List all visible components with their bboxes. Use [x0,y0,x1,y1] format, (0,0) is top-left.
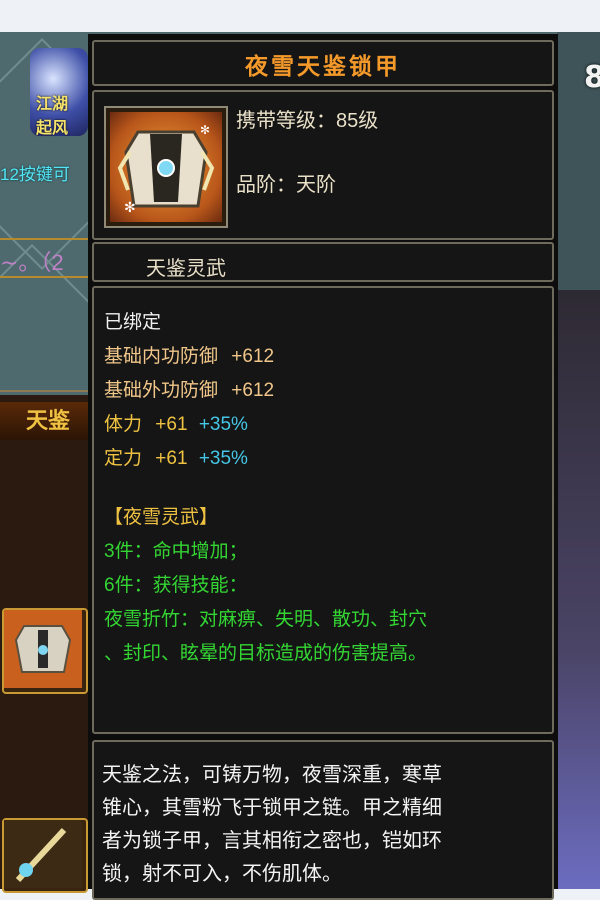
item-icon-frame: ✻ ✻ [104,106,228,228]
set-skill-line: 夜雪折竹：对麻痹、失明、散功、封穴 [104,609,428,630]
armor-icon [4,610,82,688]
equipment-slot-weapon[interactable] [2,818,88,893]
bound-status: 已绑定 [104,312,162,333]
set-bonus-3: 3件：命中增加； [104,541,248,562]
browser-top-bar [0,0,600,32]
item-name: 夜雪天鉴锁甲 [245,53,401,80]
stat-label: 基础内功防御 [104,346,219,367]
stat-value: +612 [231,346,275,367]
stat-label: 基础外功防御 [104,380,219,401]
item-tooltip: 夜雪天鉴锁甲 ✻ ✻ 携带等级：85级 品阶：天阶 天鉴灵武 已绑定 基础内功防… [88,34,558,900]
stat-percent: +35% [198,414,248,435]
description-line: 锁，射不可入，不伤肌体。 [102,863,342,885]
item-rank: 品阶：天阶 [236,174,336,196]
set-name: 【夜雪灵武】 [104,507,219,528]
description-line: 者为锁子甲，言其相衔之密也，铠如环 [102,830,442,852]
stat-inner-defense: 基础内功防御 +612 [104,347,274,366]
set-bonus-6: 6件：获得技能： [104,575,248,596]
equipment-slot-armor[interactable] [2,608,88,694]
stat-label: 定力 [104,448,143,469]
right-character-area [557,290,600,889]
key-hint-text: 12按键可 [0,165,70,184]
svg-text:✻: ✻ [200,123,210,137]
stat-percent: +35% [198,448,248,469]
description-line: 天鉴之法，可铸万物，夜雪深重，寒草 [102,764,442,786]
panel-banner: 天鉴 [0,402,95,440]
carry-level: 携带等级：85级 [236,110,379,132]
stat-label: 体力 [104,414,143,435]
armor-chestplate-icon: ✻ ✻ [117,123,215,216]
stat-outer-defense: 基础外功防御 +612 [104,381,274,400]
stat-stamina: 体力 +61 +35% [104,415,248,434]
set-skill-line: 、封印、眩晕的目标造成的伤害提高。 [104,643,428,664]
description-line: 锥心，其雪粉飞于锁甲之链。甲之精细 [102,797,442,819]
stat-value: +61 [155,414,188,435]
game-logo-text: 江湖 起风 [36,94,69,137]
item-series: 天鉴灵武 [146,258,226,280]
item-icon-background: ✻ ✻ [110,112,222,222]
right-number: 8 [584,60,600,95]
chat-text: ∼。（2 [0,250,64,275]
stat-focus: 定力 +61 +35% [104,449,248,468]
stat-value: +612 [231,380,275,401]
svg-text:✻: ✻ [124,200,136,216]
item-description: 天鉴之法，可铸万物，夜雪深重，寒草 锥心，其雪粉飞于锁甲之链。甲之精细 者为锁子… [102,759,542,891]
weapon-icon [4,820,82,888]
stat-value: +61 [155,448,188,469]
